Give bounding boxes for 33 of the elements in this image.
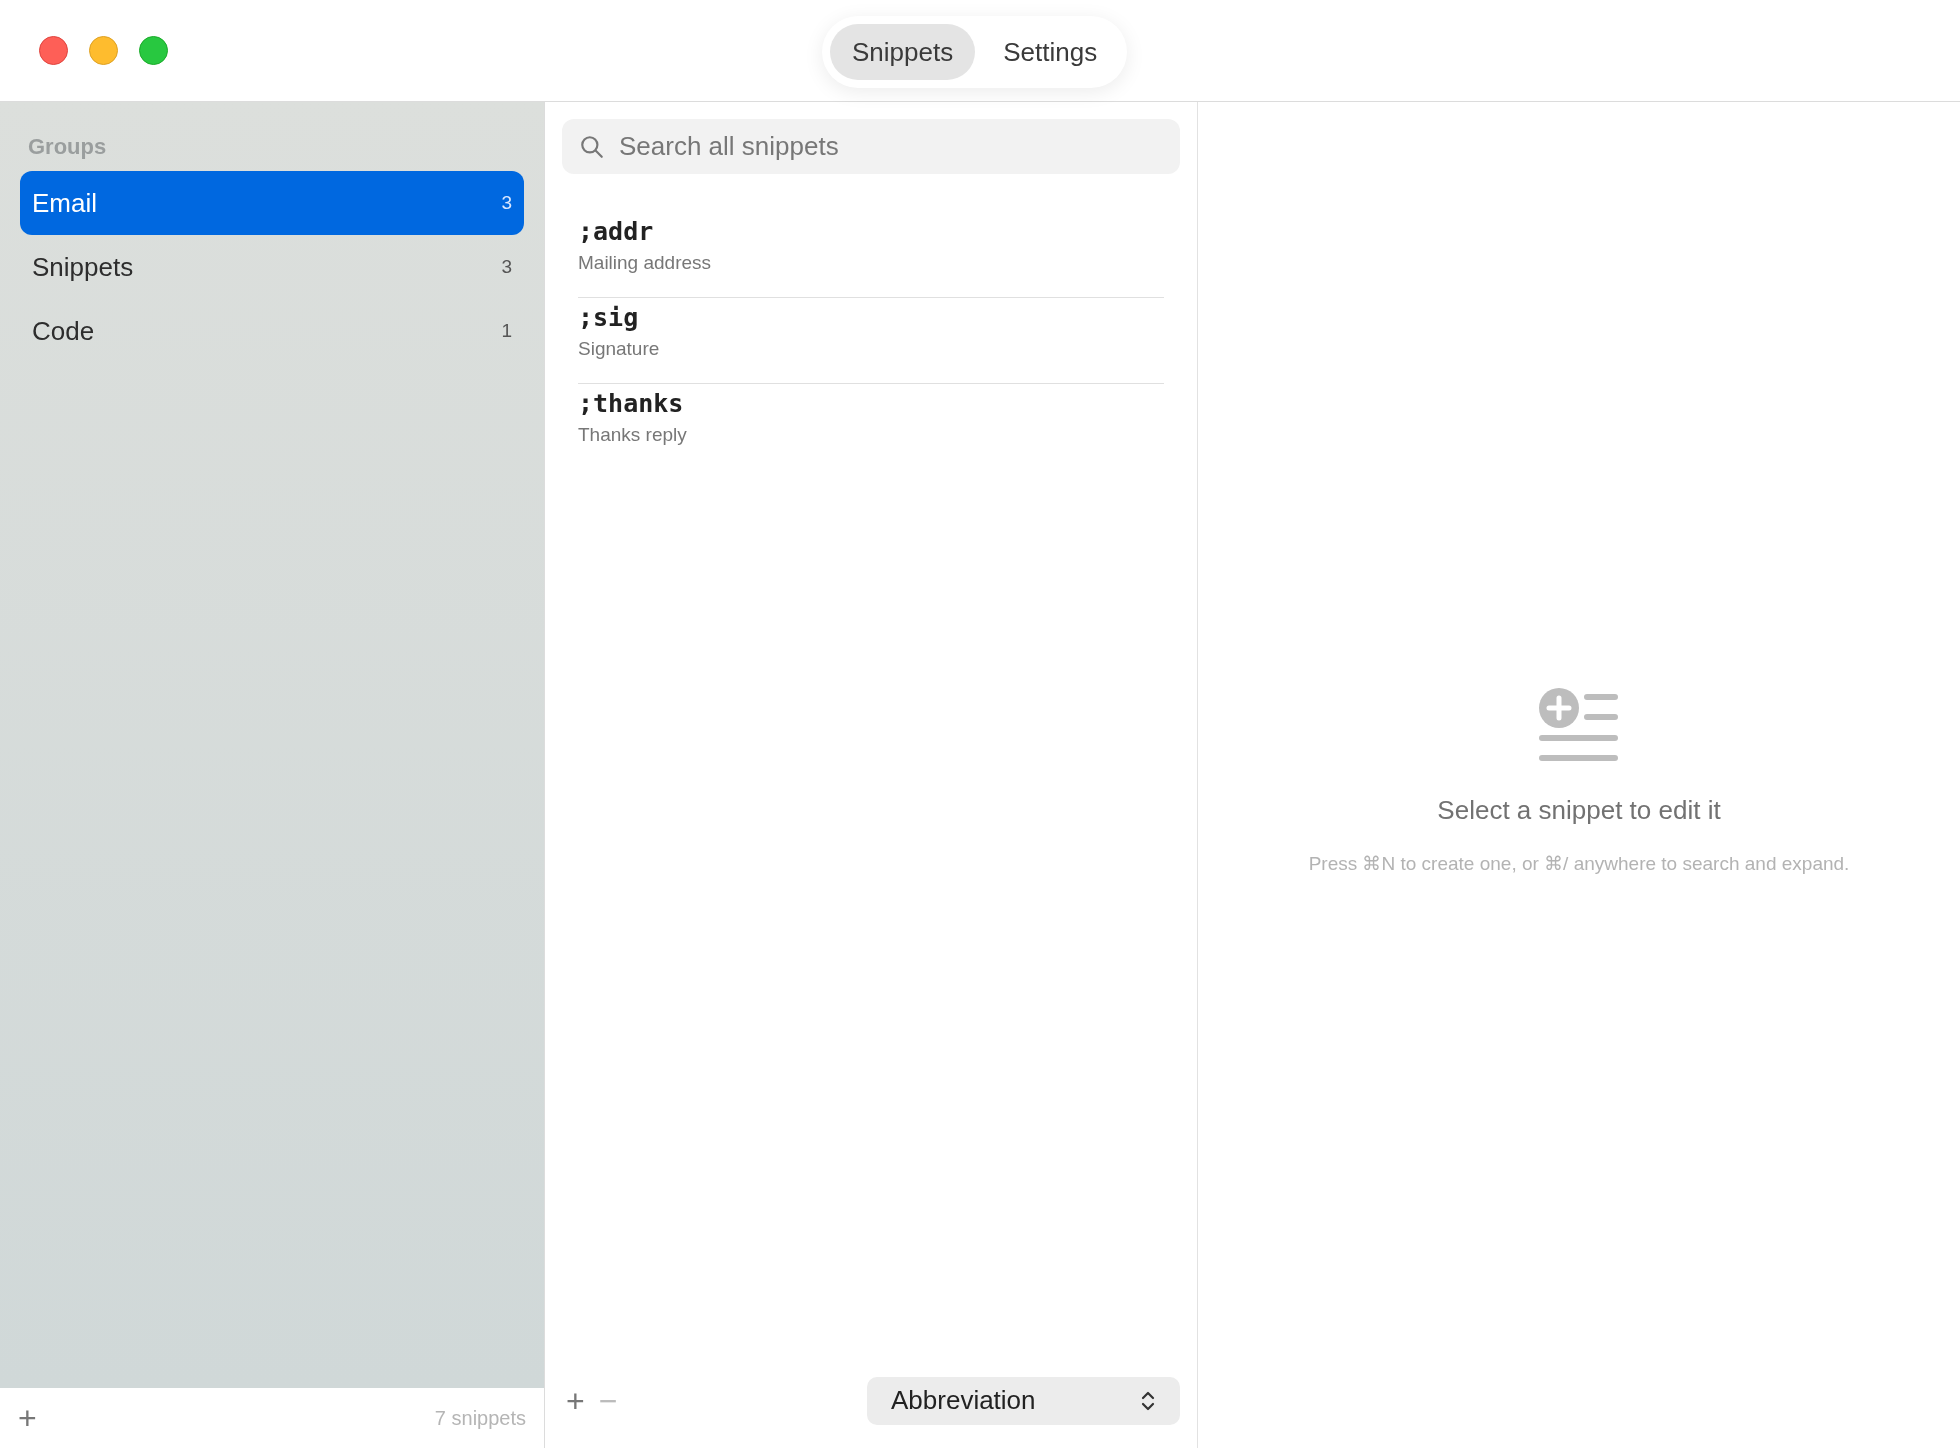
add-list-icon xyxy=(1539,688,1619,763)
sidebar-item[interactable]: Snippets 3 xyxy=(20,235,524,299)
add-snippet-button[interactable]: + xyxy=(566,1384,585,1417)
snippet-abbreviation: ;addr xyxy=(578,216,654,248)
snippet-row[interactable]: ;addr Mailing address xyxy=(578,212,1164,298)
group-count: 3 xyxy=(501,190,512,215)
minimize-button[interactable] xyxy=(89,36,118,65)
search-icon xyxy=(579,134,605,160)
snippet-description: Signature xyxy=(578,337,660,361)
sidebar-item[interactable]: Email 3 xyxy=(20,171,524,235)
snippet-abbreviation: ;thanks xyxy=(578,388,684,420)
empty-state-title: Select a snippet to edit it xyxy=(1437,794,1721,827)
snippet-description: Mailing address xyxy=(578,251,712,275)
sort-dropdown[interactable]: Abbreviation xyxy=(867,1376,1180,1425)
snippet-row[interactable]: ;sig Signature xyxy=(578,298,1164,384)
snippet-description: Thanks reply xyxy=(578,423,687,447)
zoom-button[interactable] xyxy=(139,36,168,65)
group-name: Snippets xyxy=(32,250,134,284)
tab[interactable]: Settings xyxy=(981,24,1120,80)
close-button[interactable] xyxy=(39,36,68,65)
add-group-button[interactable]: + xyxy=(18,1402,37,1434)
section-heading: Groups xyxy=(27,133,107,161)
snippet-count: 7 snippets xyxy=(434,1406,526,1431)
tab[interactable]: Snippets xyxy=(830,24,976,80)
snippet-row[interactable]: ;thanks Thanks reply xyxy=(578,384,1164,470)
group-count: 3 xyxy=(501,254,512,279)
group-name: Email xyxy=(32,186,97,220)
search-field[interactable]: Search all snippets xyxy=(562,119,1180,174)
group-count: 1 xyxy=(501,318,512,343)
empty-state-hint: Press ⌘N to create one, or ⌘/ anywhere to search and expand. xyxy=(1308,852,1850,876)
sidebar-item[interactable]: Code 1 xyxy=(20,299,524,363)
snippet-abbreviation: ;sig xyxy=(578,302,639,334)
group-name: Code xyxy=(32,314,95,348)
